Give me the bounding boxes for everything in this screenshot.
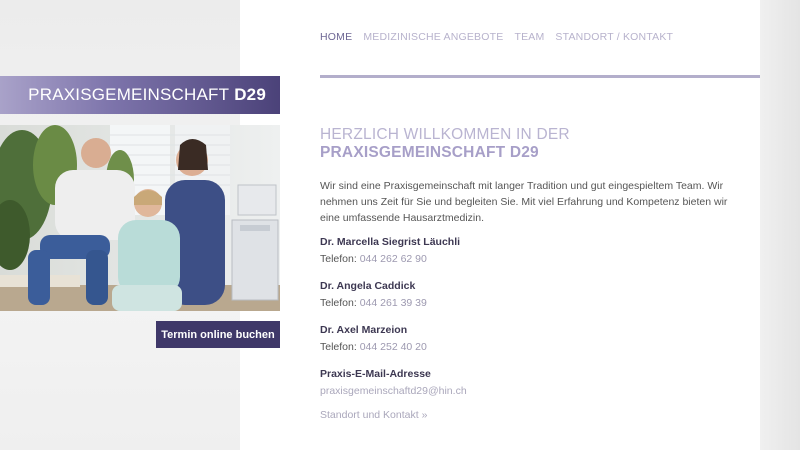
- brand-suffix: D29: [234, 85, 266, 104]
- doctor-phone-line: Telefon: 044 252 40 20: [320, 338, 740, 356]
- location-contact-link[interactable]: Standort und Kontakt »: [320, 409, 740, 421]
- brand-logo[interactable]: PRAXISGEMEINSCHAFT D29: [0, 76, 280, 114]
- brand-name: PRAXISGEMEINSCHAFT: [28, 85, 230, 104]
- nav-divider: [320, 75, 760, 78]
- book-appointment-button[interactable]: Termin online buchen: [156, 321, 280, 348]
- nav-medizinische-angebote[interactable]: MEDIZINISCHE ANGEBOTE: [363, 31, 503, 43]
- intro-text: Wir sind eine Praxisgemeinschaft mit lan…: [320, 180, 728, 224]
- phone-number[interactable]: 044 252 40 20: [360, 341, 427, 353]
- doctor-phone-line: Telefon: 044 262 62 90: [320, 250, 740, 268]
- email-block: Praxis-E-Mail-Adresse praxisgemeinschaft…: [320, 366, 740, 400]
- welcome-heading-line1: HERZLICH WILLKOMMEN IN DER: [320, 126, 570, 143]
- team-photo: [0, 125, 280, 311]
- email-link[interactable]: praxisgemeinschaftd29@hin.ch: [320, 382, 740, 400]
- doctor-phone-line: Telefon: 044 261 39 39: [320, 294, 740, 312]
- nav-standort-kontakt[interactable]: STANDORT / KONTAKT: [555, 31, 673, 43]
- main-content: HERZLICH WILLKOMMEN IN DER PRAXISGEMEINS…: [320, 126, 740, 421]
- email-heading: Praxis-E-Mail-Adresse: [320, 368, 431, 380]
- phone-number[interactable]: 044 261 39 39: [360, 297, 427, 309]
- doctor-entry: Dr. Axel Marzeion Telefon: 044 252 40 20: [320, 322, 740, 356]
- phone-label: Telefon:: [320, 341, 357, 353]
- phone-label: Telefon:: [320, 297, 357, 309]
- doctor-entry: Dr. Angela Caddick Telefon: 044 261 39 3…: [320, 278, 740, 312]
- right-background: [760, 0, 800, 450]
- doctor-name: Dr. Axel Marzeion: [320, 324, 408, 336]
- phone-label: Telefon:: [320, 253, 357, 265]
- doctor-name: Dr. Angela Caddick: [320, 280, 416, 292]
- doctor-name: Dr. Marcella Siegrist Läuchli: [320, 236, 461, 248]
- phone-number[interactable]: 044 262 62 90: [360, 253, 427, 265]
- nav-team[interactable]: TEAM: [514, 31, 544, 43]
- main-nav: HOME MEDIZINISCHE ANGEBOTE TEAM STANDORT…: [320, 31, 673, 43]
- nav-home[interactable]: HOME: [320, 31, 352, 43]
- welcome-heading-line2: PRAXISGEMEINSCHAFT D29: [320, 144, 539, 161]
- doctor-entry: Dr. Marcella Siegrist Läuchli Telefon: 0…: [320, 234, 740, 268]
